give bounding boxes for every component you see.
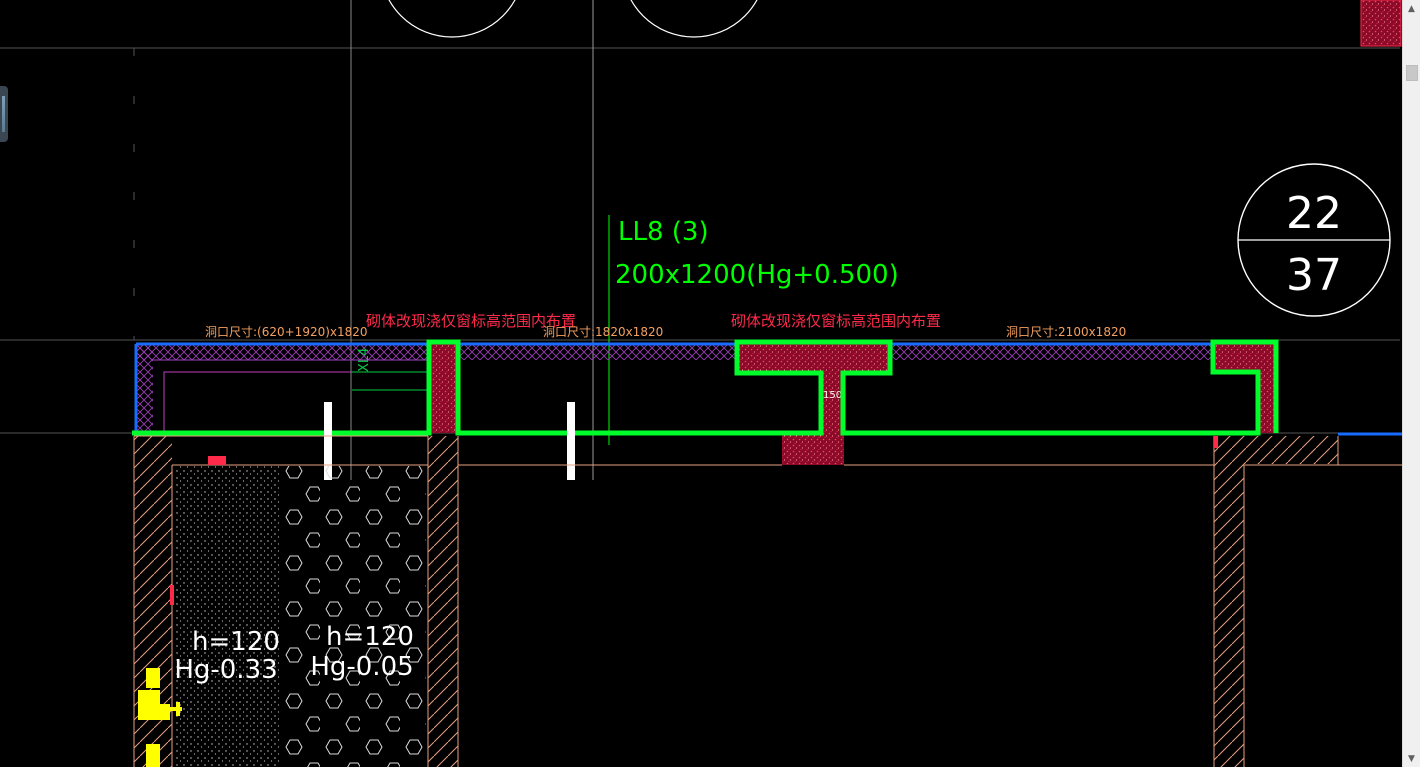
slab-left-thickness: h=120	[192, 627, 280, 657]
concrete-column-top	[1360, 0, 1402, 47]
slab-left-elevation: Hg-0.33	[174, 655, 277, 685]
opening-size-left: 洞口尺寸:(620+1920)x1820	[205, 325, 368, 339]
concrete-infills: 150	[430, 343, 1275, 465]
axis-bubble[interactable]: 22 37	[1237, 163, 1391, 317]
axis-bubbles-top	[388, 0, 758, 38]
opening-size-middle: 洞口尺寸:1820x1820	[543, 325, 663, 339]
axis-bubble-top-number: 22	[1286, 188, 1342, 239]
xl-tag-label: XL4	[357, 348, 372, 372]
opening-size-right: 洞口尺寸:2100x1820	[1006, 325, 1126, 339]
scroll-down-arrow-icon[interactable]: ▼	[1403, 750, 1420, 767]
beam-spec-label: 200x1200(Hg+0.500)	[615, 260, 899, 290]
beam-code-label: LL8 (3)	[618, 217, 709, 247]
slab-right-thickness: h=120	[326, 622, 414, 652]
slab-regions	[176, 466, 426, 767]
side-panel-tab-grip	[2, 96, 5, 132]
slab-right-label[interactable]: h=120 Hg-0.05	[310, 622, 414, 682]
dimension-150: 150	[823, 390, 842, 401]
scrollbar-thumb[interactable]	[1406, 65, 1418, 81]
vertical-scrollbar[interactable]: ▲ ▼	[1402, 0, 1420, 767]
masonry-note-right: 砌体改现浇仅窗标高范围内布置	[731, 312, 941, 330]
side-panel-tab[interactable]	[0, 86, 8, 142]
section-marker-right[interactable]	[567, 402, 575, 480]
scroll-up-arrow-icon[interactable]: ▲	[1403, 0, 1420, 17]
slab-right-elevation: Hg-0.05	[310, 652, 413, 682]
axis-bubble-bottom-number: 37	[1286, 250, 1342, 301]
cad-drawing-canvas[interactable]: 22 37 LL8 (3) 200x1200(Hg+0.500) 砌体改现浇仅窗…	[0, 0, 1420, 767]
